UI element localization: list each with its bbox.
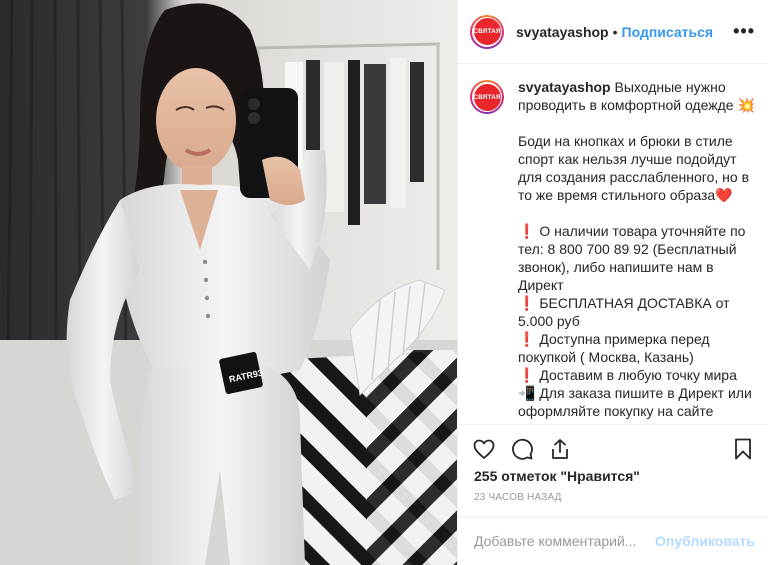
phone-emoji-icon: 📲 (518, 385, 536, 401)
post-photo[interactable]: RATR93 (0, 0, 457, 565)
publish-button[interactable]: Опубликовать (655, 533, 755, 549)
follow-button[interactable]: Подписаться (622, 24, 714, 40)
caption-area: СВЯТАЯ svyatayashop Выходные нужно прово… (458, 64, 768, 424)
post-image: RATR93 (0, 0, 457, 565)
avatar-text: СВЯТАЯ (473, 28, 501, 35)
post-sidebar: СВЯТАЯ svyatayashop • Подписаться ••• СВ… (457, 0, 768, 565)
likes-count[interactable]: 255 отметок "Нравится" (474, 468, 640, 484)
separator-dot: • (612, 23, 618, 40)
caption-item-3: Доступна примерка перед покупкой ( Москв… (518, 331, 710, 365)
avatar[interactable]: СВЯТАЯ (470, 14, 504, 49)
exclamation-icon: ❗ (518, 295, 536, 311)
exclamation-icon: ❗ (518, 367, 536, 383)
post-header: СВЯТАЯ svyatayashop • Подписаться ••• (458, 0, 768, 64)
heart-emoji-icon: ❤️ (715, 187, 733, 203)
bookmark-icon (735, 438, 751, 460)
caption-item-2: БЕСПЛАТНАЯ ДОСТАВКА от 5.000 руб (518, 295, 730, 329)
username-link[interactable]: svyatayashop (516, 24, 609, 40)
caption-avatar-text: СВЯТАЯ (473, 93, 501, 101)
action-bar (458, 424, 768, 472)
comment-form: Опубликовать (458, 516, 768, 565)
exclamation-icon: ❗ (518, 223, 536, 239)
more-options-icon[interactable]: ••• (733, 22, 755, 40)
share-icon (552, 438, 568, 459)
comment-icon (512, 438, 533, 460)
exclamation-icon: ❗ (518, 331, 536, 347)
comment-button[interactable] (504, 431, 540, 467)
caption-item-5: Для заказа пишите в Директ или оформляйт… (518, 385, 752, 419)
share-button[interactable] (542, 431, 578, 467)
post-timestamp[interactable]: 23 часов назад (474, 492, 562, 503)
comment-input[interactable] (474, 533, 656, 549)
caption-item-1: О наличии товара уточняйте по тел: 8 800… (518, 223, 746, 293)
caption-username-link[interactable]: svyatayashop (518, 79, 611, 95)
save-button[interactable] (725, 431, 761, 467)
caption-avatar[interactable]: СВЯТАЯ (470, 80, 504, 114)
like-button[interactable] (466, 431, 502, 467)
caption-text: svyatayashop Выходные нужно проводить в … (518, 78, 755, 424)
heart-icon (473, 439, 495, 459)
collision-emoji-icon: 💥 (737, 97, 755, 113)
caption-item-4: Доставим в любую точку мира (539, 367, 737, 383)
